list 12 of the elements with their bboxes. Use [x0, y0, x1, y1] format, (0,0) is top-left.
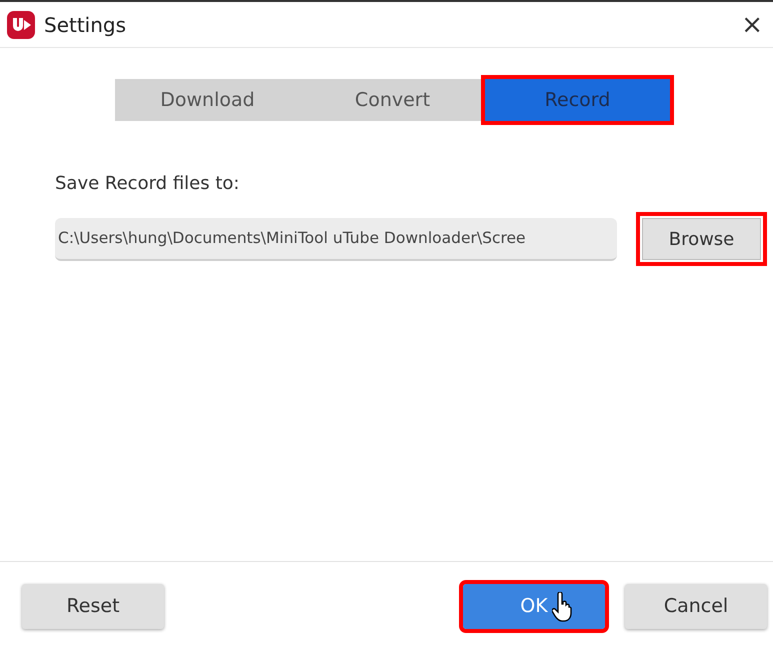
app-logo-icon	[6, 10, 36, 40]
footer-button[interactable]: Reset	[22, 584, 164, 628]
hand-cursor-icon	[552, 592, 572, 622]
path-field[interactable]: C:\Users\hung\Documents\MiniTool uTube Downloader\Scree	[55, 218, 617, 260]
window-title: Settings	[44, 12, 128, 36]
close-button[interactable]: ×	[737, 12, 767, 38]
footer-button[interactable]: Cancel	[625, 584, 767, 628]
tab[interactable]: Convert	[300, 79, 485, 121]
ok-button[interactable]: OK	[463, 584, 605, 628]
browse-button[interactable]: Browse	[636, 212, 767, 266]
tab[interactable]: Download	[115, 79, 300, 121]
save-location-label: Save Record files to:	[55, 173, 240, 194]
